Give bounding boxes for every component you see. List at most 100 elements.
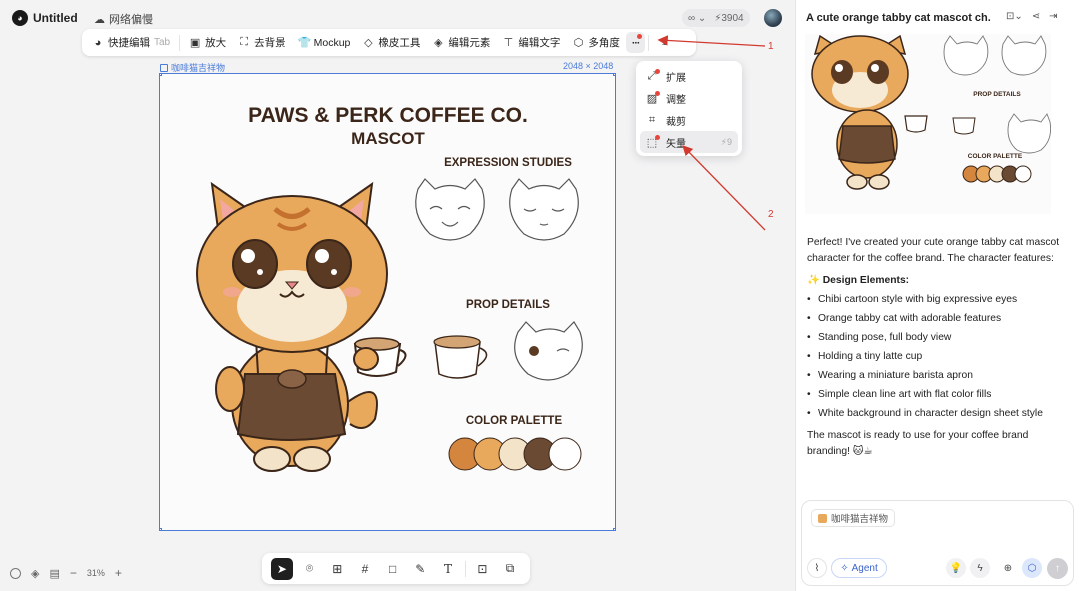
vector-cost: ⚡9 bbox=[720, 136, 732, 147]
image-stack-icon[interactable]: ▤ bbox=[49, 567, 59, 580]
avatar[interactable] bbox=[764, 9, 782, 27]
layers-icon[interactable]: ◈ bbox=[31, 567, 39, 580]
new-chat-icon[interactable]: ⊡⌄ bbox=[1006, 11, 1023, 22]
menu-item-adjust[interactable]: ▨ 调整 bbox=[640, 87, 738, 109]
resize-handle[interactable] bbox=[613, 74, 615, 76]
chat-composer[interactable]: 咖啡猫吉祥物 ⌇ ✧ Agent 💡 ϟ ⊕ ⬡ ↑ bbox=[801, 500, 1074, 586]
frame-tool-button[interactable]: # bbox=[354, 558, 376, 580]
app-logo-icon: ◕ bbox=[94, 36, 102, 49]
rectangle-tool-button[interactable]: □ bbox=[382, 558, 404, 580]
zoom-in-button[interactable]: + bbox=[115, 566, 122, 580]
notification-dot bbox=[655, 90, 660, 96]
pin-tool-button[interactable]: ⌾ bbox=[299, 558, 321, 580]
credits-count: ⚡3904 bbox=[714, 12, 744, 24]
square-icon: □ bbox=[388, 561, 397, 576]
idea-button[interactable]: 💡 bbox=[946, 558, 966, 578]
artwork-title: PAWS & PERK COFFEE CO. bbox=[248, 104, 528, 127]
list-item: Orange tabby cat with adorable features bbox=[807, 311, 1069, 327]
credits-badge[interactable]: ∞ ⌄ ⚡3904 bbox=[682, 9, 750, 27]
chat-image-preview[interactable]: PROP DETAILS COLOR PALETTE bbox=[805, 34, 1051, 214]
menu-item-crop[interactable]: ⌗ 裁剪 bbox=[640, 109, 738, 131]
app-logo-icon[interactable]: ◕ bbox=[12, 10, 28, 26]
canvas-image[interactable]: PAWS & PERK COFFEE CO. MASCOT EXPRESSION… bbox=[159, 73, 616, 531]
annotation-arrow-2 bbox=[682, 145, 766, 231]
prop-sketches bbox=[433, 321, 583, 381]
attached-image-chip[interactable]: 咖啡猫吉祥物 bbox=[811, 509, 896, 527]
preview-artwork: PROP DETAILS COLOR PALETTE bbox=[811, 34, 1051, 190]
artwork-subtitle: MASCOT bbox=[351, 129, 425, 148]
message-closing: The mascot is ready to use for your coff… bbox=[807, 430, 1029, 457]
arrow-up-icon: ↑ bbox=[1055, 563, 1060, 574]
tshirt-icon: 👕 bbox=[297, 37, 312, 49]
resize-handle[interactable] bbox=[160, 528, 162, 530]
canvas-toolbar: ➤ ⌾ ⊞ # □ ✎ T ⊡ ⧉ bbox=[262, 553, 530, 584]
image-plus-icon: ⊞ bbox=[332, 561, 343, 576]
model-select-button[interactable]: ⬡ bbox=[1022, 558, 1042, 578]
palette-swatch bbox=[548, 437, 582, 471]
mockup-button[interactable]: 👕 Mockup bbox=[292, 32, 357, 53]
edit-text-button[interactable]: ⊤ 编辑文字 bbox=[496, 32, 566, 53]
person-select-icon: ⛶ bbox=[240, 36, 248, 48]
download-button[interactable]: ⤓ bbox=[652, 32, 676, 53]
send-button[interactable]: ↑ bbox=[1047, 558, 1068, 579]
sparkle-icon: ✨ bbox=[807, 275, 820, 286]
message-intro: Perfect! I've created your cute orange t… bbox=[807, 237, 1060, 264]
generate-video-button[interactable]: ⧉ bbox=[499, 558, 521, 580]
more-button[interactable]: ··· bbox=[625, 32, 646, 53]
video-sparkle-icon: ⧉ bbox=[505, 561, 515, 575]
select-tool-button[interactable]: ➤ bbox=[270, 557, 293, 580]
text-box-icon: ⊤ bbox=[503, 37, 514, 49]
agent-mode-button[interactable]: ✧ Agent bbox=[831, 558, 887, 578]
list-item: Wearing a miniature barista apron bbox=[807, 368, 1069, 384]
network-status-text: 网络偏慢 bbox=[109, 14, 153, 26]
text-tool-button[interactable]: T bbox=[437, 558, 459, 580]
collapse-panel-icon[interactable]: ⇥ bbox=[1049, 11, 1057, 22]
resize-handle[interactable] bbox=[613, 528, 615, 530]
quick-edit-button[interactable]: ◕ 快捷编辑 Tab bbox=[86, 32, 176, 53]
section-heading-palette: COLOR PALETTE bbox=[466, 415, 563, 427]
canvas-controls: ◈ ▤ − 31% + bbox=[10, 566, 122, 580]
multi-angle-button[interactable]: ⬡ 多角度 bbox=[566, 32, 626, 53]
menu-item-expand[interactable]: ⤢ 扩展 bbox=[640, 65, 738, 87]
assistant-message: Perfect! I've created your cute orange t… bbox=[807, 235, 1069, 466]
chat-panel: A cute orange tabby cat mascot ch... ⊡⌄ … bbox=[795, 0, 1080, 591]
chat-title: A cute orange tabby cat mascot ch... bbox=[806, 12, 991, 24]
list-item: Chibi cartoon style with big expressive … bbox=[807, 292, 1069, 308]
image-dimensions: 2048 × 2048 bbox=[563, 61, 614, 71]
remove-background-button[interactable]: ⛶ 去背景 bbox=[232, 32, 292, 53]
lightning-icon: ϟ bbox=[977, 562, 983, 574]
document-title[interactable]: Untitled bbox=[33, 11, 78, 25]
location-pin-icon: ⌾ bbox=[305, 561, 314, 575]
cursor-icon: ➤ bbox=[276, 561, 287, 576]
credits-mode[interactable]: ∞ ⌄ bbox=[688, 13, 706, 24]
eraser-button[interactable]: ◇ 橡皮工具 bbox=[356, 32, 426, 53]
mascot-artwork: PAWS & PERK COFFEE CO. MASCOT EXPRESSION… bbox=[196, 104, 583, 472]
lightning-mode-button[interactable]: ϟ bbox=[970, 558, 990, 578]
list-item: Standing pose, full body view bbox=[807, 330, 1069, 346]
add-image-tool-button[interactable]: ⊞ bbox=[326, 558, 348, 580]
upscale-button[interactable]: ▣ 放大 bbox=[183, 32, 232, 53]
zoom-out-button[interactable]: − bbox=[70, 566, 77, 580]
menu-item-vector[interactable]: ⬚ 矢量 ⚡9 bbox=[640, 131, 738, 153]
eraser-icon: ◇ bbox=[364, 37, 373, 49]
web-search-button[interactable]: ⊕ bbox=[998, 558, 1018, 578]
share-icon[interactable]: ⋖ bbox=[1032, 11, 1040, 22]
color-palette bbox=[448, 437, 582, 471]
circle-icon[interactable] bbox=[10, 567, 21, 579]
shortcut-hint: Tab bbox=[154, 37, 171, 48]
image-thumbnail-icon bbox=[818, 513, 827, 523]
annotation-label-1: 1 bbox=[768, 41, 774, 52]
image-toolbar: ◕ 快捷编辑 Tab ▣ 放大 ⛶ 去背景 👕 Mockup ◇ 橡皮工具 ◈ … bbox=[82, 29, 696, 56]
toolbar-divider bbox=[464, 560, 466, 577]
notification-dot bbox=[655, 134, 660, 140]
image-icon bbox=[160, 63, 168, 72]
attach-button[interactable]: ⌇ bbox=[807, 558, 827, 578]
feature-list: Chibi cartoon style with big expressive … bbox=[807, 292, 1069, 422]
svg-text:COLOR PALETTE: COLOR PALETTE bbox=[968, 153, 1023, 160]
pen-tool-button[interactable]: ✎ bbox=[409, 558, 431, 580]
zoom-level[interactable]: 31% bbox=[87, 568, 105, 578]
edit-elements-button[interactable]: ◈ 编辑元素 bbox=[426, 32, 496, 53]
list-item: White background in character design she… bbox=[807, 406, 1069, 422]
resize-handle[interactable] bbox=[160, 74, 162, 76]
generate-image-button[interactable]: ⊡ bbox=[471, 558, 493, 580]
